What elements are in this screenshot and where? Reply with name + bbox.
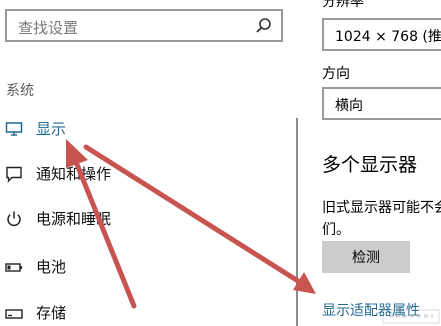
- orientation-label: 方向: [322, 66, 350, 82]
- multi-display-heading: 多个显示器: [322, 154, 418, 176]
- orientation-value: 横向: [335, 98, 363, 114]
- search-placeholder: 查找设置: [18, 19, 79, 37]
- pane-divider: [296, 118, 298, 326]
- multi-display-description: 旧式显示器可能不会 们。: [322, 197, 441, 241]
- sidebar-item-label: 电池: [36, 258, 67, 276]
- battery-icon: [5, 263, 22, 272]
- sidebar-item-power[interactable]: 电源和睡眠: [0, 199, 290, 239]
- resolution-value: 1024 × 768 (推荐: [335, 29, 441, 45]
- search-icon[interactable]: [255, 17, 273, 35]
- notification-icon: [6, 166, 22, 183]
- sidebar-item-notifications[interactable]: 通知和操作: [0, 154, 290, 194]
- sidebar-item-label: 电源和睡眠: [36, 210, 112, 228]
- detect-button[interactable]: 检测: [322, 241, 410, 273]
- sidebar-item-battery[interactable]: 电池: [0, 247, 290, 287]
- power-icon: [7, 211, 21, 227]
- settings-window: 查找设置 系统 显示 通知和操作 电源和睡眠 电池 存储 分辨率 1024 × …: [0, 0, 441, 326]
- description-line: 们。: [322, 222, 350, 238]
- description-line: 旧式显示器可能不会: [322, 200, 441, 216]
- sidebar-item-display[interactable]: 显示: [0, 109, 290, 149]
- orientation-dropdown[interactable]: 横向: [322, 87, 441, 120]
- storage-icon: [5, 309, 23, 319]
- sidebar-item-label: 通知和操作: [36, 165, 112, 183]
- sidebar-item-label: 存储: [36, 304, 67, 322]
- resolution-dropdown[interactable]: 1024 × 768 (推荐: [322, 18, 441, 51]
- resolution-label: 分辨率: [322, 0, 364, 10]
- sidebar-section-label: 系统: [6, 83, 34, 99]
- search-input[interactable]: 查找设置: [5, 9, 283, 42]
- monitor-icon: [5, 122, 23, 136]
- sidebar-item-storage[interactable]: 存储: [0, 293, 290, 326]
- sidebar-item-label: 显示: [36, 120, 67, 138]
- watermark-logo: [382, 309, 440, 324]
